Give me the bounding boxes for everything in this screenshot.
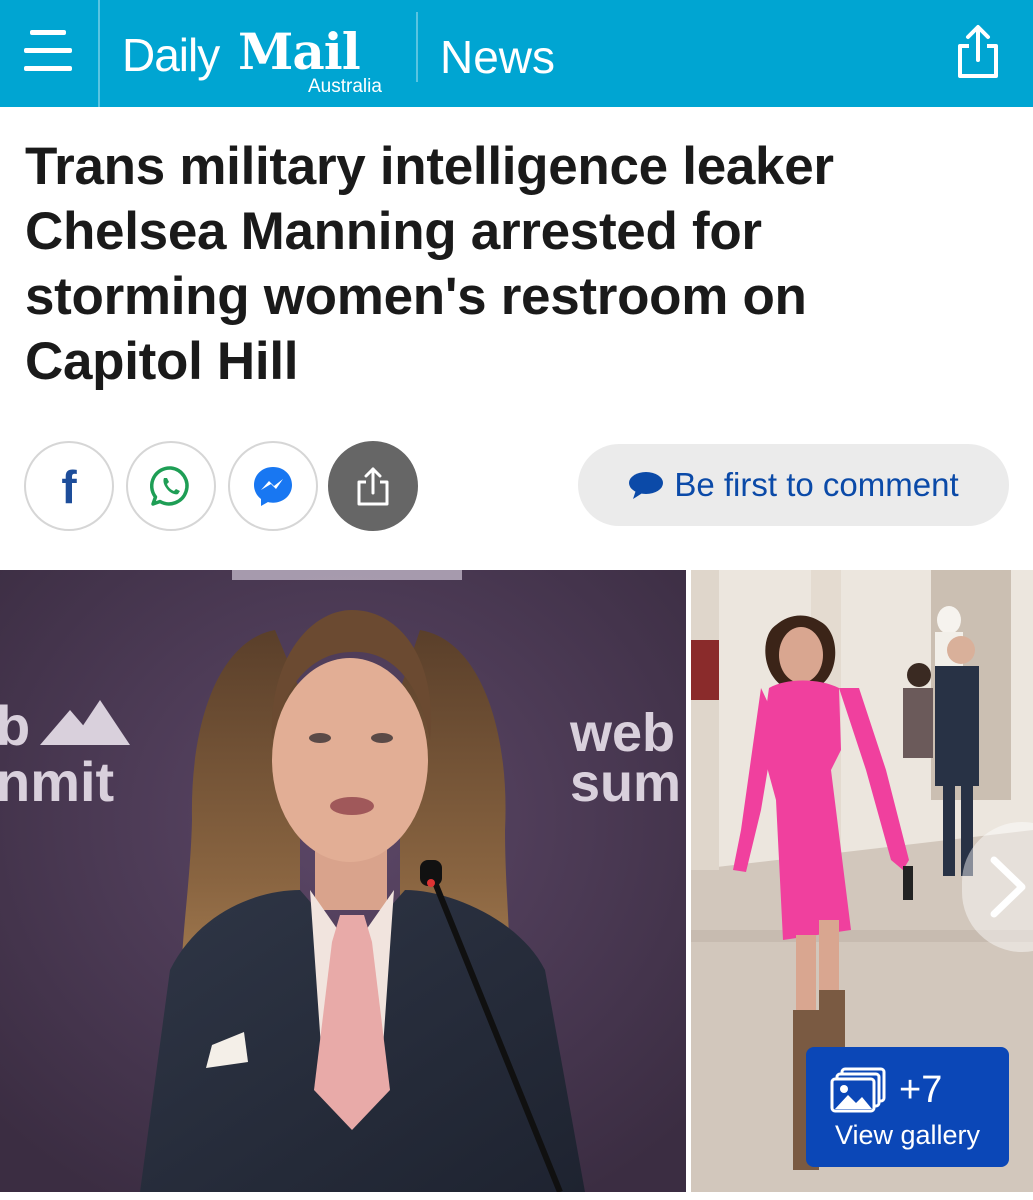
section-divider (416, 12, 418, 82)
share-icon[interactable] (950, 24, 1006, 80)
view-gallery-button[interactable]: +7 View gallery (806, 1047, 1009, 1167)
gallery-icon (830, 1067, 886, 1113)
header-divider (98, 0, 100, 107)
backdrop-text-left-top: b (0, 694, 31, 757)
gallery-label: View gallery (834, 1120, 981, 1150)
facebook-share-button[interactable]: f (24, 441, 114, 531)
comment-button[interactable]: Be first to comment (578, 444, 1009, 526)
headline-line: Capitol Hill (25, 332, 299, 391)
article-headline: Trans military intelligence leaker Chels… (25, 134, 985, 394)
more-share-button[interactable] (328, 441, 418, 531)
backdrop-text-left-bottom: nmit (0, 750, 115, 813)
backdrop-web-summit-text: web sum (570, 703, 682, 813)
messenger-share-button[interactable] (228, 441, 318, 531)
logo-region-text: Australia (308, 76, 382, 97)
backdrop-text-right-bottom: sum (570, 753, 682, 813)
messenger-icon (254, 467, 292, 506)
logo-daily-text: Daily (122, 29, 220, 81)
logo-mail-text: Mail (238, 22, 361, 81)
comment-label: Be first to comment (674, 466, 959, 503)
section-label[interactable]: News (440, 30, 555, 84)
headline-line: storming women's restroom on (25, 267, 807, 326)
daily-mail-logo[interactable]: Daily Mail Australia (122, 22, 392, 97)
menu-icon[interactable] (24, 28, 72, 78)
article-main-image[interactable]: b nmit web sum (0, 570, 686, 1192)
headline-line: Chelsea Manning arrested for (25, 202, 762, 261)
headline-line: Trans military intelligence leaker (25, 137, 834, 196)
facebook-icon: f (61, 461, 77, 513)
comment-bubble-icon (629, 472, 664, 499)
whatsapp-share-button[interactable] (126, 441, 216, 531)
backdrop-logo-text: b nmit (0, 698, 114, 810)
whatsapp-icon (150, 466, 189, 506)
gallery-count: +7 (899, 1069, 943, 1111)
chevron-right-icon (990, 856, 1026, 918)
share-icon (357, 467, 389, 506)
backdrop-text-right-top: web (570, 703, 676, 763)
top-bar: Daily Mail Australia News (0, 0, 1033, 107)
